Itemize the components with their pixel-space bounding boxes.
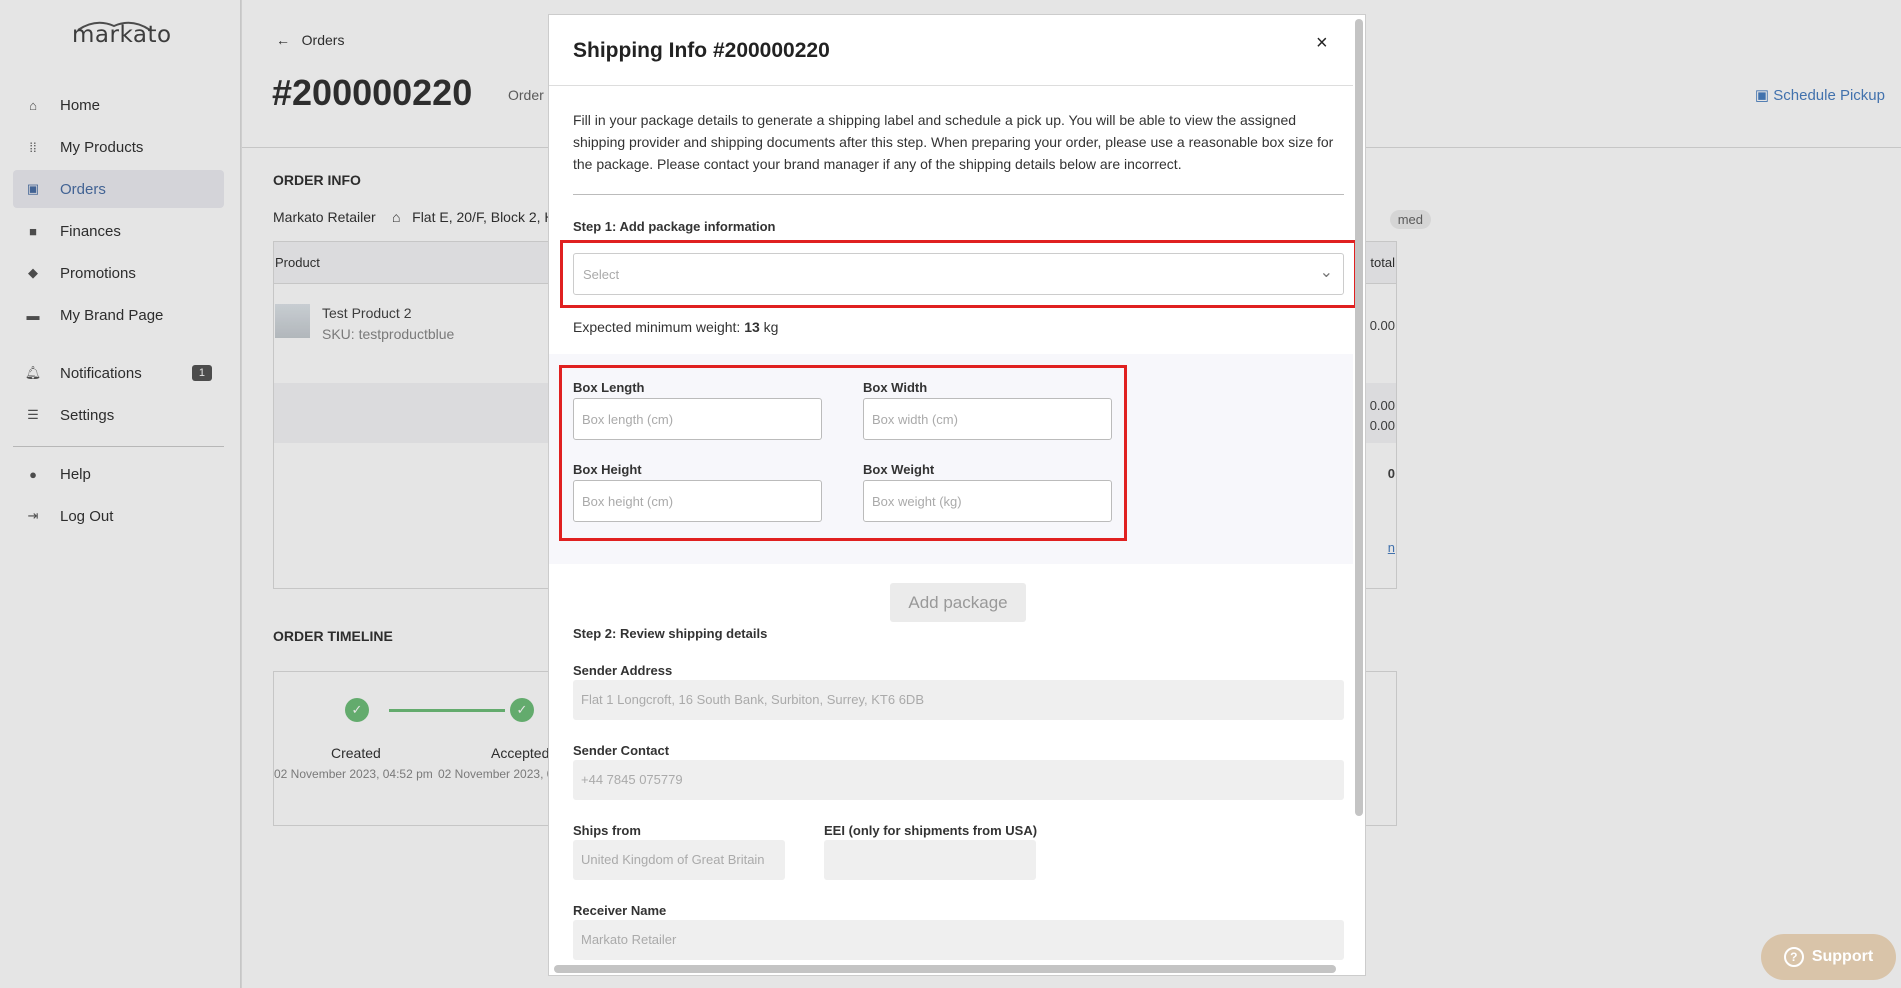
sender-address-label: Sender Address <box>573 663 673 678</box>
select-placeholder: Select <box>583 267 620 282</box>
sender-address-field: Flat 1 Longcroft, 16 South Bank, Surbito… <box>573 680 1344 720</box>
receiver-name-label: Receiver Name <box>573 903 667 918</box>
package-type-select[interactable]: Select ⌄ <box>573 253 1344 295</box>
step-1-title: Step 1: Add package information <box>573 219 776 234</box>
horizontal-scrollbar[interactable] <box>554 965 1336 973</box>
support-button[interactable]: ? Support <box>1761 934 1896 980</box>
close-icon[interactable]: × <box>1316 32 1328 55</box>
sender-contact-field: +44 7845 075779 <box>573 760 1344 800</box>
chevron-down-icon: ⌄ <box>1319 264 1333 281</box>
help-icon: ? <box>1783 947 1804 967</box>
box-weight-label: Box Weight <box>863 462 935 477</box>
min-weight-value: 13 <box>744 319 760 335</box>
box-weight-input[interactable] <box>863 480 1112 522</box>
divider <box>573 194 1344 195</box>
ships-from-label: Ships from <box>573 823 641 838</box>
receiver-name-field: Markato Retailer <box>573 920 1344 960</box>
box-length-input[interactable] <box>573 398 822 440</box>
box-length-label: Box Length <box>573 380 645 395</box>
eei-field <box>824 840 1036 880</box>
vertical-scrollbar[interactable] <box>1355 19 1363 816</box>
shipping-info-modal: Shipping Info #200000220 × Fill in your … <box>548 14 1366 976</box>
shipping-instructions: Fill in your package details to generate… <box>573 112 1334 172</box>
modal-header: Shipping Info #200000220 × <box>549 15 1353 86</box>
add-package-button[interactable]: Add package <box>890 583 1026 622</box>
modal-title: Shipping Info #200000220 <box>573 39 830 62</box>
ships-from-field: United Kingdom of Great Britain <box>573 840 785 880</box>
expected-min-weight: Expected minimum weight: 13 kg <box>573 319 779 335</box>
box-width-label: Box Width <box>863 380 928 395</box>
box-width-input[interactable] <box>863 398 1112 440</box>
box-height-label: Box Height <box>573 462 642 477</box>
step-2-title: Step 2: Review shipping details <box>573 626 768 641</box>
eei-label: EEI (only for shipments from USA) <box>824 823 1038 838</box>
sender-contact-label: Sender Contact <box>573 743 670 758</box>
box-height-input[interactable] <box>573 480 822 522</box>
